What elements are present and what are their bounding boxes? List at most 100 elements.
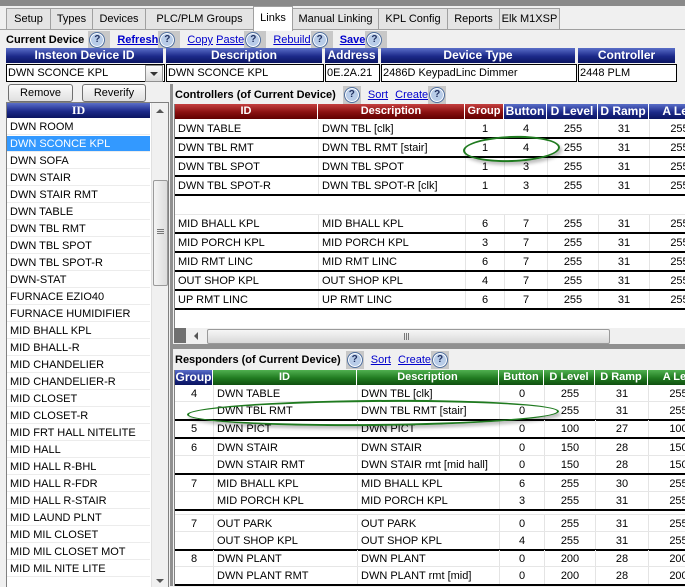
device-list-item[interactable]: MID MIL CLOSET	[7, 527, 150, 543]
copy-link[interactable]: Copy	[187, 34, 213, 46]
help-icon[interactable]: ?	[311, 32, 328, 49]
column-header-a-level[interactable]: A Lev	[649, 104, 685, 119]
table-row[interactable]: DWN TBL SPOTDWN TBL SPOT1325531255	[175, 158, 685, 177]
device-list-item[interactable]: DWN ROOM	[7, 119, 150, 135]
table-row[interactable]: OUT SHOP KPLOUT SHOP KPL4725531255	[175, 272, 685, 291]
device-description-field[interactable]: DWN SCONCE KPL	[166, 64, 324, 82]
device-list-item[interactable]: MID CLOSET-R	[7, 408, 150, 424]
table-row[interactable]: DWN TBL RMTDWN TBL RMT [stair]1425531255	[175, 139, 685, 158]
table-row[interactable]: UP RMT LINCUP RMT LINC6725531255	[175, 291, 685, 310]
column-header-description[interactable]: Description	[357, 370, 499, 385]
device-list-item[interactable]: DWN SOFA	[7, 153, 150, 169]
column-header-group[interactable]: Group	[175, 370, 213, 385]
help-icon[interactable]: ?	[432, 352, 449, 369]
help-icon[interactable]: ?	[343, 87, 360, 104]
table-row[interactable]: 5DWN PICTDWN PICT010027100	[175, 420, 685, 439]
column-header-id[interactable]: ID	[213, 370, 357, 385]
table-row[interactable]: 4DWN TABLEDWN TBL [clk]025531255	[175, 385, 685, 402]
help-icon[interactable]: ?	[89, 32, 106, 49]
column-header-d-ramp[interactable]: D Ramp	[598, 104, 649, 119]
device-id-combobox[interactable]: DWN SCONCE KPL	[6, 64, 165, 82]
device-list-item[interactable]: MID CLOSET	[7, 391, 150, 407]
device-list-item[interactable]: MID MIL NITE LITE	[7, 561, 150, 577]
help-icon[interactable]: ?	[346, 352, 363, 369]
tab-links[interactable]: Links	[253, 6, 293, 31]
controllers-sort-link[interactable]: Sort	[368, 89, 388, 101]
device-list-item[interactable]: DWN TBL RMT	[7, 221, 150, 237]
device-list-item[interactable]: MID FRT HALL NITELITE	[7, 425, 150, 441]
scrollbar-thumb[interactable]	[207, 329, 610, 344]
column-header-d-ramp[interactable]: D Ramp	[595, 370, 648, 385]
device-list-item[interactable]: DWN-STAT	[7, 272, 150, 288]
device-list-item[interactable]: DWN STAIR	[7, 170, 150, 186]
device-list-item[interactable]: MID HALL R-FDR	[7, 476, 150, 492]
device-list-item[interactable]: FURNACE HUMIDIFIER	[7, 306, 150, 322]
tab-setup[interactable]: Setup	[6, 8, 51, 29]
scrollbar-thumb[interactable]	[153, 180, 168, 286]
help-icon[interactable]: ?	[429, 87, 446, 104]
device-list-item[interactable]: MID HALL	[7, 442, 150, 458]
device-list[interactable]: ID DWN ROOM DWN SCONCE KPL DWN SOFA DWN STA…	[6, 102, 169, 587]
table-row[interactable]: 6DWN STAIRDWN STAIR015028150	[175, 439, 685, 456]
device-list-item[interactable]: MID CHANDELIER	[7, 357, 150, 373]
scroll-left-icon[interactable]	[194, 332, 198, 340]
table-row[interactable]: MID BHALL KPLMID BHALL KPL6725531255	[175, 215, 685, 234]
device-list-item[interactable]: MID HALL R-BHL	[7, 459, 150, 475]
device-list-item[interactable]: MID BHALL KPL	[7, 323, 150, 339]
column-header-d-level[interactable]: D Level	[547, 104, 598, 119]
tab-manual-linking[interactable]: Manual Linking	[292, 8, 379, 29]
device-list-item[interactable]: MID MIL CLOSET MOT	[7, 544, 150, 560]
table-row[interactable]: OUT SHOP KPLOUT SHOP KPL425531255	[175, 532, 685, 551]
table-row[interactable]: DWN TBL RMTDWN TBL RMT [stair]025531255	[175, 402, 685, 421]
remove-button[interactable]: Remove	[8, 84, 73, 102]
table-row[interactable]: 7MID BHALL KPLMID BHALL KPL625530255	[175, 475, 685, 492]
device-list-item[interactable]: MID CHANDELIER-R	[7, 374, 150, 390]
device-list-item[interactable]: MID LAUND PLNT	[7, 510, 150, 526]
controllers-horizontal-scrollbar[interactable]	[174, 328, 685, 344]
help-icon[interactable]: ?	[245, 32, 262, 49]
tab-types[interactable]: Types	[50, 8, 93, 29]
scroll-up-icon[interactable]	[156, 109, 164, 113]
table-row[interactable]: MID PORCH KPLMID PORCH KPL325531255	[175, 492, 685, 511]
responders-create-link[interactable]: Create	[398, 354, 431, 366]
column-header-a-level[interactable]: A Lev	[648, 370, 685, 385]
panel-splitter[interactable]	[170, 84, 173, 586]
help-icon[interactable]: ?	[366, 32, 383, 49]
rebuild-link[interactable]: Rebuild	[273, 34, 310, 46]
controllers-create-link[interactable]: Create	[395, 89, 428, 101]
save-link[interactable]: Save	[340, 34, 366, 46]
device-list-item[interactable]: DWN TBL SPOT-R	[7, 255, 150, 271]
tab-devices[interactable]: Devices	[92, 8, 146, 29]
column-header-d-level[interactable]: D Level	[544, 370, 595, 385]
column-header-button[interactable]: Button	[504, 104, 547, 119]
column-header-button[interactable]: Button	[499, 370, 544, 385]
help-icon[interactable]: ?	[159, 32, 176, 49]
reverify-button[interactable]: Reverify	[82, 84, 146, 102]
chevron-down-icon[interactable]	[145, 65, 163, 82]
device-list-item[interactable]: DWN TABLE	[7, 204, 150, 220]
tab-elk-m1xsp[interactable]: Elk M1XSP	[499, 8, 560, 29]
device-list-item[interactable]: DWN STAIR RMT	[7, 187, 150, 203]
table-row[interactable]: 7OUT PARKOUT PARK025531255	[175, 515, 685, 532]
responders-sort-link[interactable]: Sort	[371, 354, 391, 366]
table-row[interactable]: MID RMT LINCMID RMT LINC6725531255	[175, 253, 685, 272]
tab-kpl-config[interactable]: KPL Config	[378, 8, 448, 29]
table-row[interactable]: DWN STAIR RMT DWN STAIR rmt [mid hall] 0 15…	[175, 456, 685, 475]
table-row[interactable]: DWN TBL SPOT-R DWN TBL SPOT-R [clk] 1 3 255 3…	[175, 177, 685, 196]
device-list-item[interactable]: FURNACE EZIO40	[7, 289, 150, 305]
tab-reports[interactable]: Reports	[447, 8, 500, 29]
device-list-item[interactable]: DWN TBL SPOT	[7, 238, 150, 254]
device-list-item[interactable]: MID HALL R-STAIR	[7, 493, 150, 509]
device-list-item[interactable]: DWN SCONCE KPL	[7, 136, 150, 152]
table-row[interactable]: DWN PLANT RMT DWN PLANT rmt [mid] 0 200 28 20…	[175, 567, 685, 586]
refresh-link[interactable]: Refresh	[117, 34, 158, 46]
table-row[interactable]: DWN TABLEDWN TBL [clk]1425531255	[175, 120, 685, 139]
column-header-description[interactable]: Description	[318, 104, 465, 119]
tab-plc-plm-groups[interactable]: PLC/PLM Groups	[145, 8, 254, 29]
device-list-item[interactable]: MID BHALL-R	[7, 340, 150, 356]
column-header-id[interactable]: ID	[175, 104, 318, 119]
table-row[interactable]: 8DWN PLANTDWN PLANT020028200	[175, 550, 685, 567]
table-row[interactable]: MID PORCH KPLMID PORCH KPL3725531255	[175, 234, 685, 253]
paste-link[interactable]: Paste	[216, 34, 244, 46]
column-header-group[interactable]: Group	[465, 104, 504, 119]
